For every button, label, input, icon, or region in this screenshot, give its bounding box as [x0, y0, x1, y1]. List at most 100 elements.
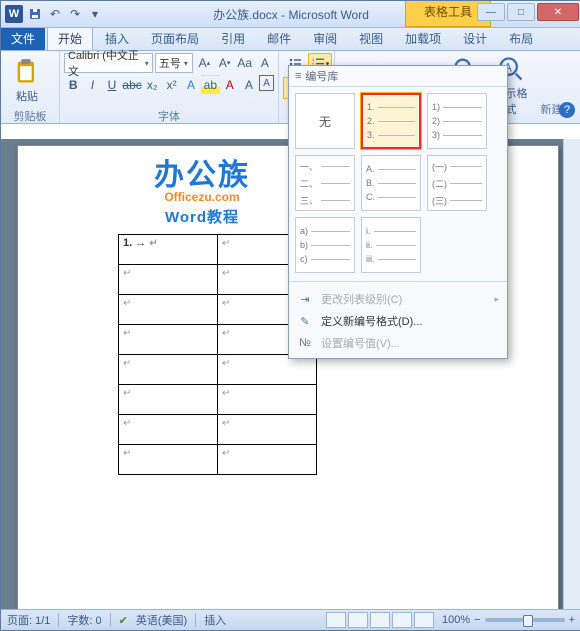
- menu-define-new-format[interactable]: ✎定义新编号格式(D)...: [289, 310, 507, 332]
- tab-review[interactable]: 审阅: [303, 27, 347, 50]
- font-color-button[interactable]: A: [221, 75, 239, 95]
- table-cell[interactable]: ↵: [119, 355, 218, 385]
- change-case-button[interactable]: Aa: [236, 53, 254, 73]
- table-row: 1. → ↵↵: [119, 235, 317, 265]
- number-option-123paren[interactable]: 1) 2) 3): [427, 93, 487, 149]
- redo-icon[interactable]: ↷: [67, 6, 83, 22]
- window-title: 办公族.docx - Microsoft Word: [213, 6, 369, 23]
- status-wordcount[interactable]: 字数: 0: [67, 612, 101, 628]
- table-row: ↵↵: [119, 415, 317, 445]
- table-cell[interactable]: ↵: [218, 385, 317, 415]
- table-row: ↵↵: [119, 325, 317, 355]
- group-font: Calibri (中文正文▾ 五号▾ A▴ A▾ Aa A B I U abc …: [60, 51, 279, 123]
- number-option-roman[interactable]: i. ii. iii.: [361, 217, 421, 273]
- table-cell[interactable]: ↵: [119, 415, 218, 445]
- grow-font-button[interactable]: A▴: [195, 53, 213, 73]
- undo-icon[interactable]: ↶: [47, 6, 63, 22]
- zoom-in-button[interactable]: +: [569, 614, 575, 626]
- logo-sub: Officezu.com: [154, 190, 250, 204]
- setvalue-icon: №: [297, 335, 313, 351]
- paste-icon: [13, 58, 41, 86]
- text-effects-button[interactable]: A: [182, 75, 200, 95]
- number-option-123dot[interactable]: 1. 2. 3.: [361, 93, 421, 149]
- table-cell[interactable]: ↵: [218, 445, 317, 475]
- menu-set-number-value: №设置编号值(V)...: [289, 332, 507, 354]
- tab-addins[interactable]: 加载项: [395, 27, 451, 50]
- table-row: ↵↵: [119, 295, 317, 325]
- table-cell[interactable]: ↵: [218, 355, 317, 385]
- save-icon[interactable]: [27, 6, 43, 22]
- list-icon: ≡: [295, 70, 301, 82]
- number-option-chinese[interactable]: 一、 二、 三、: [295, 155, 355, 211]
- view-outline[interactable]: [392, 612, 412, 628]
- zoom-control: 100% − +: [442, 614, 575, 626]
- tab-page-layout[interactable]: 页面布局: [141, 27, 209, 50]
- quick-access-toolbar: ↶ ↷ ▾: [27, 6, 103, 22]
- char-border-button[interactable]: A: [259, 75, 274, 91]
- highlight-button[interactable]: ab: [201, 75, 219, 95]
- view-draft[interactable]: [414, 612, 434, 628]
- logo-foot: Word教程: [154, 206, 250, 227]
- view-web[interactable]: [370, 612, 390, 628]
- table-cell[interactable]: ↵: [218, 415, 317, 445]
- define-icon: ✎: [297, 313, 313, 329]
- zoom-slider[interactable]: [485, 618, 565, 622]
- minimize-button[interactable]: —: [477, 3, 505, 21]
- tab-references[interactable]: 引用: [211, 27, 255, 50]
- tab-file[interactable]: 文件: [1, 27, 45, 50]
- view-print-layout[interactable]: [326, 612, 346, 628]
- tab-table-layout[interactable]: 布局: [499, 27, 543, 50]
- gallery-title: ≡编号库: [289, 66, 507, 87]
- title-bar: W ↶ ↷ ▾ 办公族.docx - Microsoft Word 表格工具 —…: [1, 1, 580, 28]
- tab-design[interactable]: 设计: [453, 27, 497, 50]
- logo-main: 办公族: [154, 150, 250, 194]
- status-page[interactable]: 页面: 1/1: [7, 612, 50, 628]
- maximize-button[interactable]: □: [507, 3, 535, 21]
- help-icon[interactable]: ?: [559, 102, 575, 118]
- qat-more-icon[interactable]: ▾: [87, 6, 103, 22]
- status-insert-mode[interactable]: 插入: [204, 612, 226, 628]
- table-cell[interactable]: ↵: [119, 265, 218, 295]
- subscript-button[interactable]: x₂: [143, 75, 161, 95]
- table-cell[interactable]: 1. → ↵: [119, 235, 218, 265]
- bold-button[interactable]: B: [64, 75, 82, 95]
- table-cell[interactable]: ↵: [119, 295, 218, 325]
- indent-icon: ⇥: [297, 291, 313, 307]
- status-spellcheck-icon[interactable]: ✔: [119, 614, 128, 627]
- group-label-font: 字体: [64, 108, 274, 122]
- tab-mailings[interactable]: 邮件: [257, 27, 301, 50]
- table-row: ↵↵: [119, 355, 317, 385]
- font-size-combo[interactable]: 五号▾: [155, 53, 194, 73]
- table-cell[interactable]: ↵: [119, 325, 218, 355]
- phonetic-button[interactable]: A: [240, 75, 258, 95]
- italic-button[interactable]: I: [83, 75, 101, 95]
- font-name-combo[interactable]: Calibri (中文正文▾: [64, 53, 153, 73]
- number-option-abc-upper[interactable]: A. B. C.: [361, 155, 421, 211]
- zoom-out-button[interactable]: −: [474, 614, 480, 626]
- table-row: ↵↵: [119, 385, 317, 415]
- paste-button[interactable]: 粘贴: [5, 56, 49, 106]
- strikethrough-button[interactable]: abc: [122, 75, 142, 95]
- group-label-clipboard: 剪贴板: [5, 108, 55, 122]
- superscript-button[interactable]: x²: [162, 75, 180, 95]
- status-bar: 页面: 1/1 字数: 0 ✔ 英语(美国) 插入 100% − +: [1, 609, 580, 630]
- view-fullscreen[interactable]: [348, 612, 368, 628]
- shrink-font-button[interactable]: A▾: [216, 53, 234, 73]
- zoom-label[interactable]: 100%: [442, 614, 470, 626]
- view-buttons: [326, 612, 434, 628]
- vertical-scrollbar[interactable]: [563, 139, 580, 610]
- group-clipboard: 粘贴 剪贴板: [1, 51, 60, 123]
- table-row: ↵↵: [119, 265, 317, 295]
- number-option-none[interactable]: 无: [295, 93, 355, 149]
- table-cell[interactable]: ↵: [119, 445, 218, 475]
- clear-format-button[interactable]: A: [256, 53, 274, 73]
- number-option-abc-lower[interactable]: a) b) c): [295, 217, 355, 273]
- number-option-chinese-paren[interactable]: (一) (二) (三): [427, 155, 487, 211]
- close-button[interactable]: ✕: [537, 3, 579, 21]
- logo-block: 办公族 Officezu.com Word教程: [154, 150, 250, 227]
- tab-view[interactable]: 视图: [349, 27, 393, 50]
- word-logo-icon: W: [5, 5, 23, 23]
- status-language[interactable]: 英语(美国): [136, 612, 187, 628]
- underline-button[interactable]: U: [103, 75, 121, 95]
- table-cell[interactable]: ↵: [119, 385, 218, 415]
